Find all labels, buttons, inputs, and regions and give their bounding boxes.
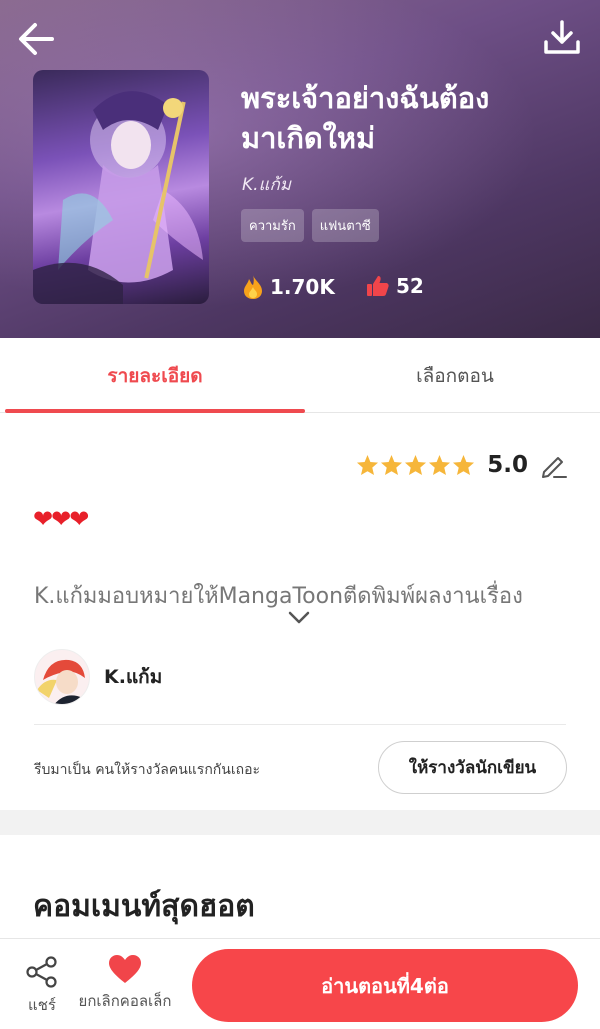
edit-pencil-icon[interactable] [540,451,568,479]
continue-reading-button[interactable]: อ่านตอนที่4ต่อ [192,949,578,1022]
book-title-line1: พระเจ้าอย่างฉันต้อง [241,81,490,115]
reward-author-button[interactable]: ให้รางวัลนักเขียน [378,741,567,794]
share-label: แชร์ [28,996,56,1014]
arrow-left-icon [19,23,54,55]
description-text: K.แก้มมอบหมายให้MangaToonตีดพิมพ์ผลงานเร… [34,584,523,609]
star-icon [357,454,379,476]
rating[interactable]: 5.0 [356,451,568,479]
genre-tags: ความรัก แฟนตาซี [241,209,379,242]
star-icon [381,454,403,476]
rating-value: 5.0 [487,452,528,478]
thumbs-up-icon [367,276,389,296]
cover-illustration [33,91,203,304]
author-name: K.แก้ม [104,666,163,688]
tag-romance[interactable]: ความรัก [241,209,304,242]
star-icon [453,454,475,476]
book-cover[interactable] [33,70,209,304]
collect-label: ยกเลิกคอลเล็ก [78,992,172,1010]
book-title-line2: มาเกิดใหม่ [241,121,376,155]
share-button[interactable]: แชร์ [22,955,62,1017]
likes-stat: 52 [366,274,424,298]
fire-icon [244,275,262,299]
avatar[interactable] [34,649,90,705]
description-hearts: ❤❤❤ [33,505,89,533]
uncollect-button[interactable]: ยกเลิกคอลเล็ก [74,953,176,1013]
chevron-down-icon[interactable] [287,610,311,626]
download-button[interactable] [542,18,582,58]
tab-bar: รายละเอียด เลือกตอน [0,338,600,413]
likes-count: 52 [396,274,424,298]
tag-fantasy[interactable]: แฟนตาซี [311,209,379,242]
book-author[interactable]: K.แก้ม [242,171,291,198]
bottom-bar: แชร์ ยกเลิกคอลเล็ก อ่านตอนที่4ต่อ [0,938,600,1029]
detail-section: 5.0 ❤❤❤ K.แก้มมอบหมายให้MangaToonตีดพิมพ… [0,413,600,810]
author-row[interactable]: K.แก้ม [34,649,162,705]
divider [34,724,566,725]
tab-episodes[interactable]: เลือกตอน [305,338,600,413]
comments-section: คอมเมนท์สุดฮอต [0,835,600,945]
star-icon [429,454,451,476]
avatar-illustration [35,650,89,704]
comments-title: คอมเมนท์สุดฮอต [33,889,255,924]
star-icon [405,454,427,476]
download-icon [544,20,580,54]
views-stat: 1.70K [242,274,335,300]
book-title: พระเจ้าอย่างฉันต้อง มาเกิดใหม่ [241,78,561,158]
heart-icon [109,955,141,983]
rating-stars [356,454,475,476]
views-count: 1.70K [270,275,335,299]
back-button[interactable] [16,18,58,60]
book-header: พระเจ้าอย่างฉันต้อง มาเกิดใหม่ K.แก้ม คว… [0,0,600,338]
share-icon [26,956,57,988]
tab-detail[interactable]: รายละเอียด [5,338,305,413]
reward-prompt: รีบมาเป็น คนให้รางวัลคนแรกกันเถอะ [34,762,261,778]
